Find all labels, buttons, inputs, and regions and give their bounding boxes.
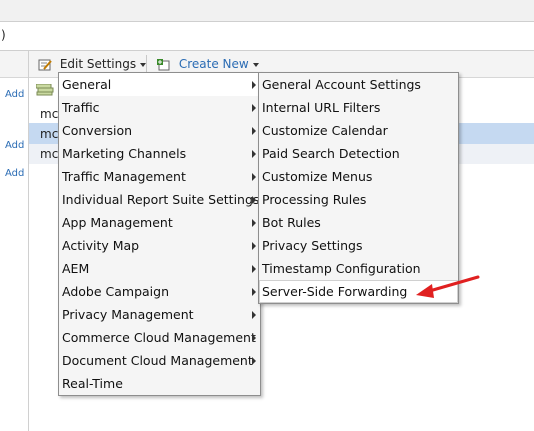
menu-item-label: Conversion — [62, 123, 133, 138]
annotation-arrow-icon — [416, 275, 480, 298]
menu-item-label: Real-Time — [62, 376, 123, 391]
chevron-right-icon — [252, 265, 256, 273]
table-row-text: mc — [40, 127, 59, 141]
general-submenu: General Account Settings Internal URL Fi… — [258, 72, 459, 304]
chevron-right-icon — [252, 357, 256, 365]
new-document-icon — [157, 58, 170, 70]
menu-item-real-time[interactable]: Real-Time — [59, 372, 260, 395]
menu-item-label: Traffic — [62, 100, 100, 115]
submenu-item-label: Internal URL Filters — [262, 100, 381, 115]
add-link[interactable]: Add — [5, 140, 24, 151]
submenu-item-label: Server-Side Forwarding — [262, 284, 408, 299]
submenu-item-label: Processing Rules — [262, 192, 367, 207]
menu-item-traffic-management[interactable]: Traffic Management — [59, 165, 260, 188]
menu-item-label: Document Cloud Management — [62, 353, 253, 368]
menu-item-label: Marketing Channels — [62, 146, 187, 161]
chevron-down-icon — [252, 62, 259, 67]
submenu-item-general-account-settings[interactable]: General Account Settings — [259, 73, 458, 96]
filter-row — [0, 22, 534, 51]
submenu-item-internal-url-filters[interactable]: Internal URL Filters — [259, 96, 458, 119]
submenu-item-paid-search-detection[interactable]: Paid Search Detection — [259, 142, 458, 165]
edit-settings-button[interactable]: Edit Settings — [38, 57, 147, 71]
table-row-text: mc — [40, 147, 59, 161]
menu-item-label: Individual Report Suite Settings — [62, 192, 260, 207]
menu-item-general[interactable]: General — [59, 73, 260, 96]
menu-item-privacy-management[interactable]: Privacy Management — [59, 303, 260, 326]
menu-item-label: App Management — [62, 215, 173, 230]
menu-item-individual-report-suite-settings[interactable]: Individual Report Suite Settings — [59, 188, 260, 211]
edit-settings-menu: General Traffic Conversion Marketing Cha… — [58, 72, 261, 396]
menu-item-activity-map[interactable]: Activity Map — [59, 234, 260, 257]
submenu-item-label: Customize Menus — [262, 169, 373, 184]
menu-item-traffic[interactable]: Traffic — [59, 96, 260, 119]
chevron-right-icon — [252, 81, 256, 89]
submenu-item-label: Paid Search Detection — [262, 146, 400, 161]
chevron-right-icon — [252, 242, 256, 250]
add-link[interactable]: Add — [5, 89, 24, 100]
submenu-item-label: Timestamp Configuration — [262, 261, 421, 276]
toolbar-separator — [146, 55, 147, 73]
chevron-right-icon — [252, 173, 256, 181]
menu-item-commerce-cloud-management[interactable]: Commerce Cloud Management — [59, 326, 260, 349]
menu-item-label: General — [62, 77, 112, 92]
create-new-label: Create New — [178, 57, 249, 71]
chevron-right-icon — [252, 196, 256, 204]
submenu-item-customize-calendar[interactable]: Customize Calendar — [259, 119, 458, 142]
chevron-right-icon — [252, 311, 256, 319]
chevron-right-icon — [252, 104, 256, 112]
chevron-right-icon — [252, 150, 256, 158]
edit-icon — [38, 59, 52, 70]
submenu-item-label: General Account Settings — [262, 77, 421, 92]
table-row-text: mc — [40, 107, 59, 121]
chevron-right-icon — [252, 219, 256, 227]
menu-item-marketing-channels[interactable]: Marketing Channels — [59, 142, 260, 165]
submenu-item-label: Privacy Settings — [262, 238, 363, 253]
menu-item-label: AEM — [62, 261, 90, 276]
paren-text: ) — [1, 28, 6, 42]
chevron-right-icon — [252, 334, 256, 342]
submenu-item-customize-menus[interactable]: Customize Menus — [259, 165, 458, 188]
submenu-item-processing-rules[interactable]: Processing Rules — [259, 188, 458, 211]
menu-item-document-cloud-management[interactable]: Document Cloud Management — [59, 349, 260, 372]
menu-item-label: Adobe Campaign — [62, 284, 170, 299]
menu-item-label: Privacy Management — [62, 307, 194, 322]
chevron-right-icon — [252, 127, 256, 135]
menu-item-conversion[interactable]: Conversion — [59, 119, 260, 142]
create-new-button[interactable]: Create New — [157, 57, 259, 71]
report-suite-stack-icon — [36, 84, 54, 96]
menu-item-label: Commerce Cloud Management — [62, 330, 256, 345]
menu-item-aem[interactable]: AEM — [59, 257, 260, 280]
menu-item-label: Traffic Management — [62, 169, 186, 184]
top-band — [0, 0, 534, 22]
submenu-item-label: Bot Rules — [262, 215, 321, 230]
submenu-item-label: Customize Calendar — [262, 123, 388, 138]
menu-item-app-management[interactable]: App Management — [59, 211, 260, 234]
menu-item-label: Activity Map — [62, 238, 140, 253]
menu-item-adobe-campaign[interactable]: Adobe Campaign — [59, 280, 260, 303]
edit-settings-label: Edit Settings — [59, 57, 137, 71]
add-link[interactable]: Add — [5, 168, 24, 179]
column-divider — [28, 51, 29, 431]
chevron-right-icon — [252, 288, 256, 296]
submenu-item-privacy-settings[interactable]: Privacy Settings — [259, 234, 458, 257]
submenu-item-bot-rules[interactable]: Bot Rules — [259, 211, 458, 234]
